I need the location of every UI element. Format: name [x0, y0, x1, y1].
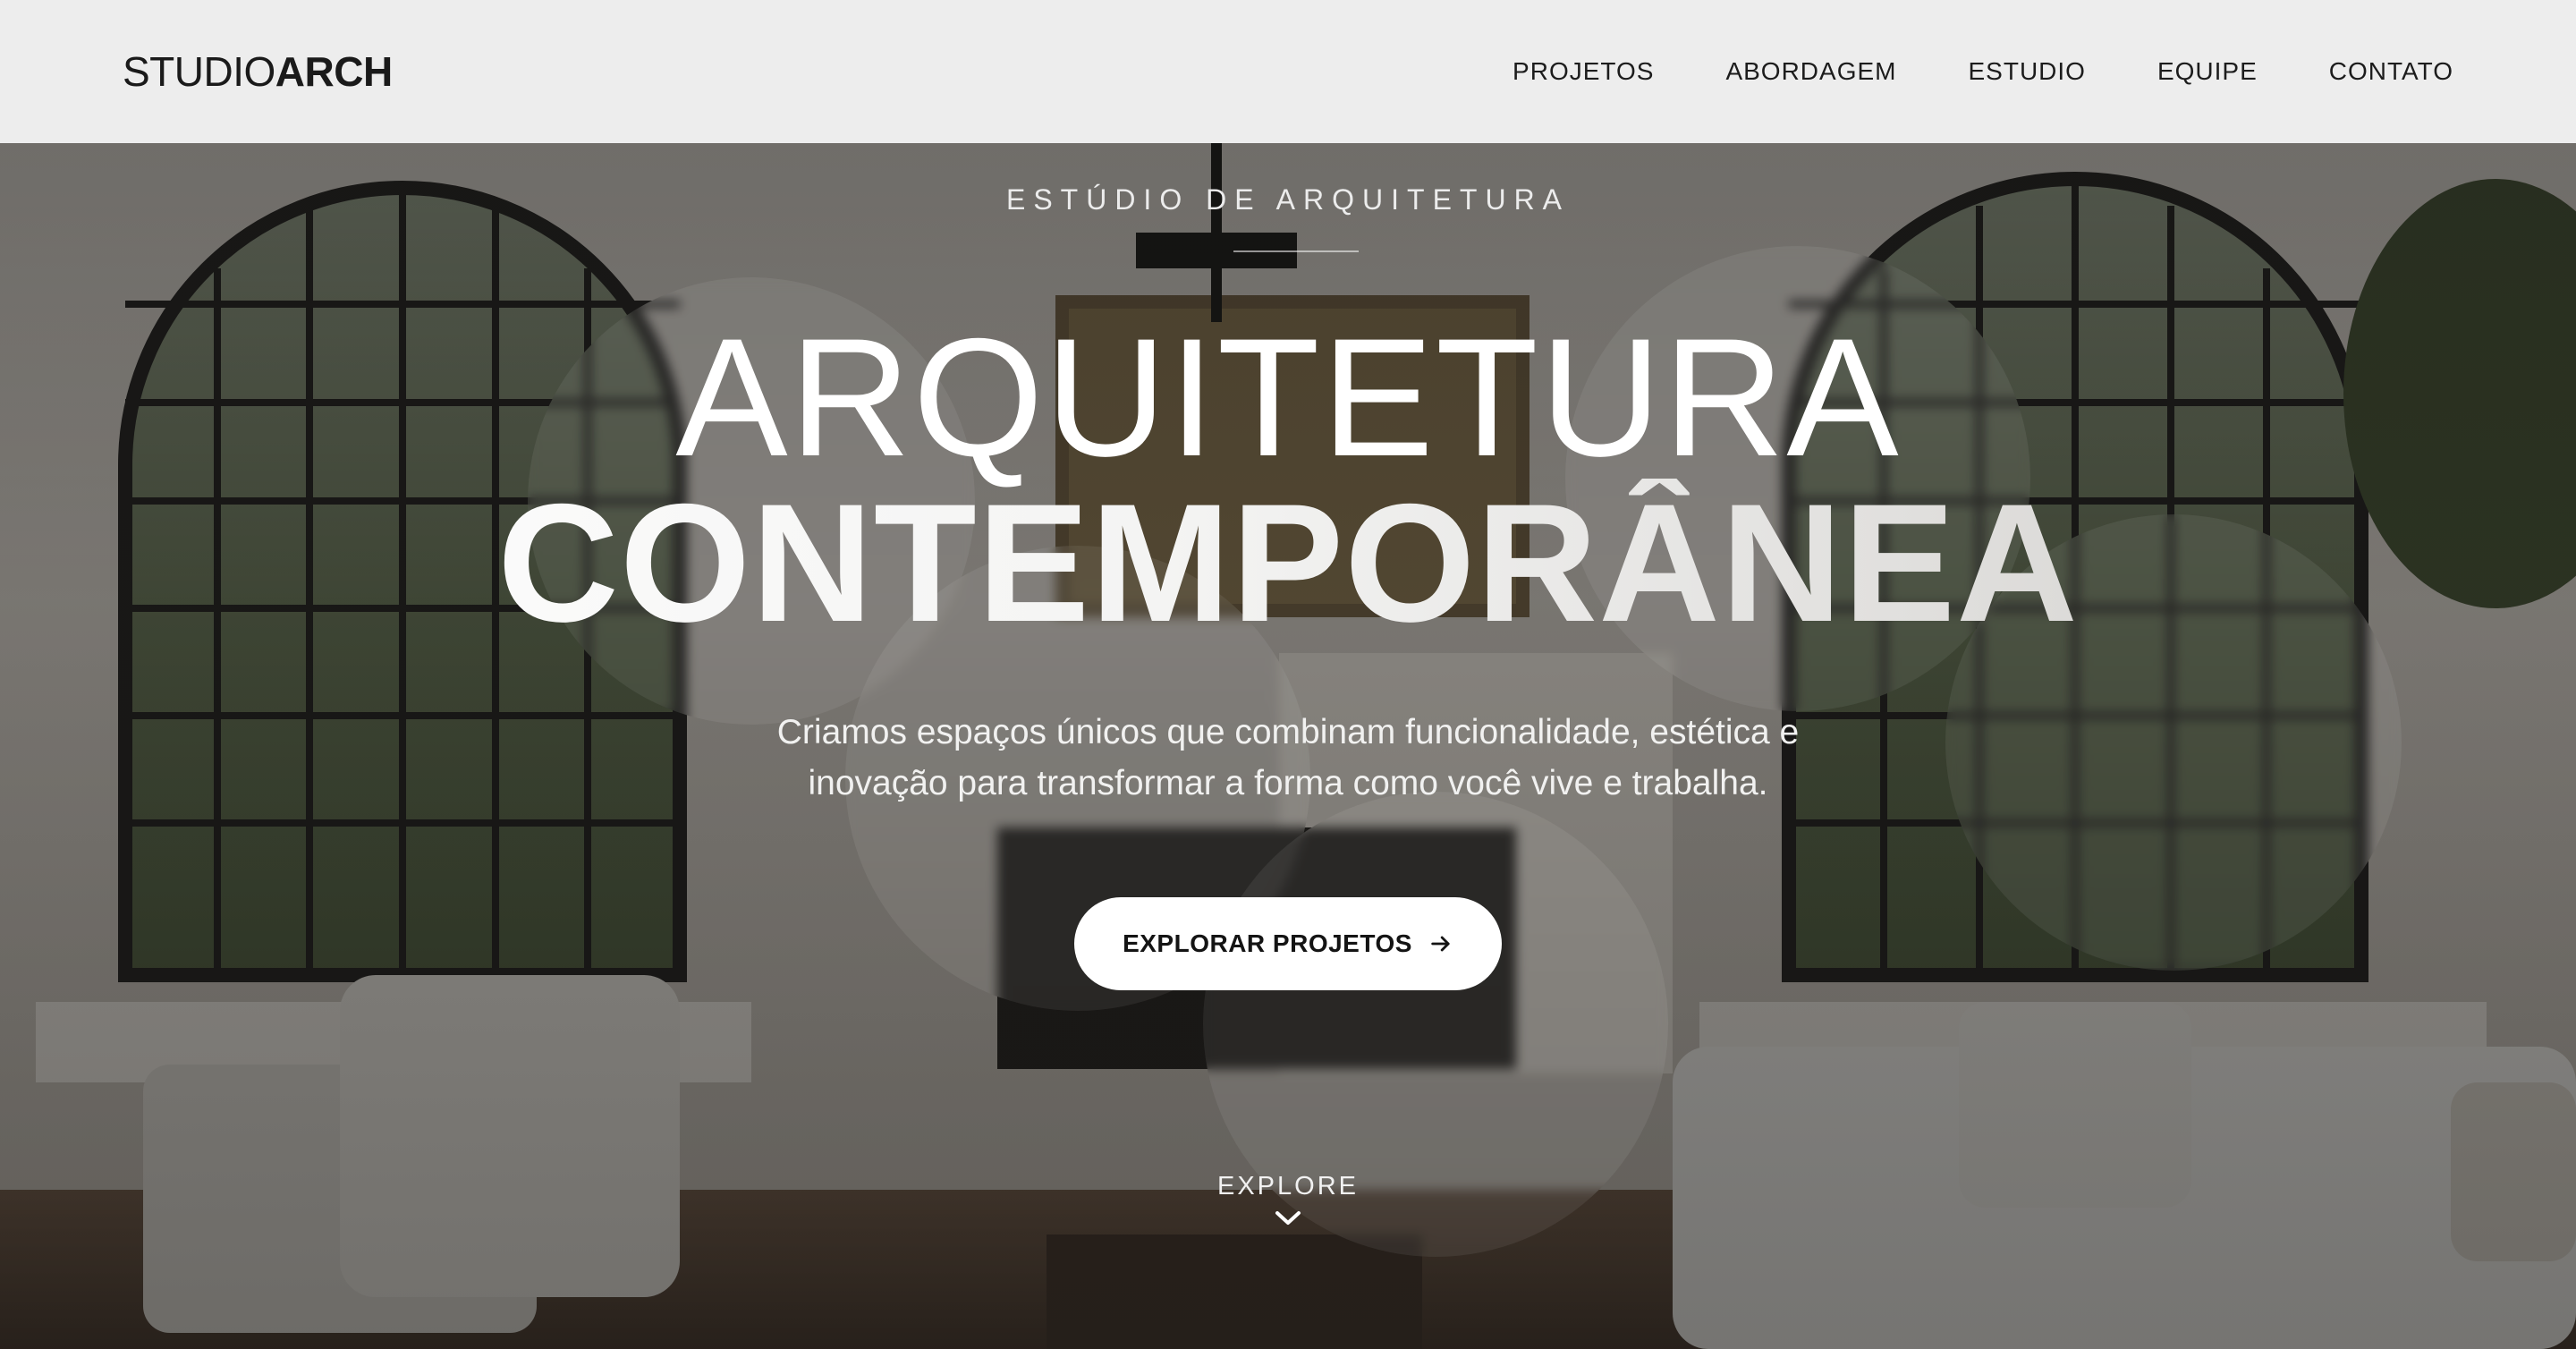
- main-nav: PROJETOS ABORDAGEM ESTUDIO EQUIPE CONTAT…: [1513, 57, 2453, 86]
- hero-section: ESTÚDIO DE ARQUITETURA ARQUITETURA CONTE…: [0, 143, 2576, 1349]
- site-header: STUDIOARCH PROJETOS ABORDAGEM ESTUDIO EQ…: [0, 0, 2576, 143]
- explore-label: EXPLORE: [1217, 1172, 1359, 1201]
- explorar-projetos-button[interactable]: EXPLORAR PROJETOS: [1074, 897, 1502, 990]
- nav-link-contato[interactable]: CONTATO: [2329, 57, 2453, 86]
- hero-eyebrow: ESTÚDIO DE ARQUITETURA: [1005, 183, 1571, 216]
- nav-link-equipe[interactable]: EQUIPE: [2157, 57, 2258, 86]
- explore-scroll-link[interactable]: EXPLORE: [0, 1172, 2576, 1228]
- hero-headline-line1: ARQUITETURA: [675, 303, 1901, 491]
- hero-subtitle: Criamos espaços únicos que combinam func…: [662, 707, 1914, 809]
- nav-link-abordagem[interactable]: ABORDAGEM: [1725, 57, 1896, 86]
- logo-bold-text: ARCH: [275, 48, 393, 95]
- arrow-right-icon: [1431, 936, 1450, 952]
- nav-link-projetos[interactable]: PROJETOS: [1513, 57, 1654, 86]
- chevron-down-icon: [1275, 1211, 1301, 1225]
- cta-label: EXPLORAR PROJETOS: [1123, 929, 1412, 957]
- hero-headline-line2: CONTEMPORÂNEA: [0, 479, 2576, 647]
- eyebrow-divider: [1233, 250, 1359, 252]
- nav-link-estudio[interactable]: ESTUDIO: [1968, 57, 2085, 86]
- hero-subtitle-line2: inovação para transformar a forma como v…: [808, 764, 1768, 802]
- hero-subtitle-line1: Criamos espaços únicos que combinam func…: [776, 713, 1800, 751]
- studioarch-logo[interactable]: STUDIOARCH: [123, 47, 393, 96]
- logo-light-text: STUDIO: [123, 48, 275, 95]
